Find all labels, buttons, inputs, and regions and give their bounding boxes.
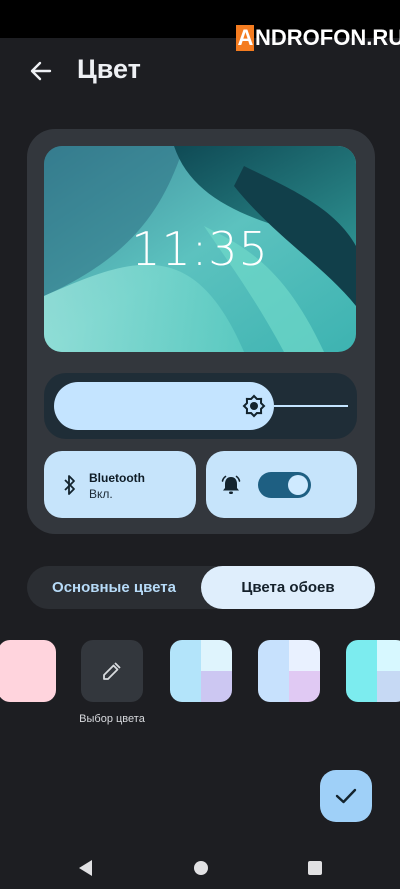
watermark-letter: A — [236, 25, 254, 51]
arrow-left-icon — [30, 61, 52, 81]
confirm-button[interactable] — [320, 770, 372, 822]
color-picker-label: Выбор цвета — [79, 713, 145, 725]
check-icon — [335, 788, 357, 804]
alarm-bell-icon — [221, 475, 241, 494]
toggle-knob — [288, 475, 308, 495]
nav-recents-icon[interactable] — [308, 861, 322, 875]
bluetooth-status: Вкл. — [89, 487, 113, 501]
watermark-text: NDROFON.RU — [255, 25, 400, 50]
back-button[interactable] — [26, 56, 56, 86]
brightness-slider-fill[interactable] — [54, 382, 274, 430]
tab-wallpaper-colors[interactable]: Цвета обоев — [201, 566, 375, 609]
nav-back-icon[interactable] — [78, 859, 94, 877]
bluetooth-title: Bluetooth — [89, 471, 145, 485]
swatch-wallpaper-1[interactable] — [170, 640, 232, 702]
clock: 11:35 — [131, 222, 269, 276]
brightness-icon — [242, 394, 266, 418]
nav-home-icon[interactable] — [194, 861, 208, 875]
swatch-wallpaper-3[interactable] — [346, 640, 400, 702]
tab-basic-colors[interactable]: Основные цвета — [27, 566, 201, 609]
watermark: A NDROFON.RU — [236, 24, 400, 52]
eyedropper-icon — [103, 662, 121, 680]
swatch-wallpaper-2[interactable] — [258, 640, 320, 702]
brightness-slider-track[interactable] — [274, 405, 348, 407]
page-title: Цвет — [77, 54, 141, 84]
color-settings-screen: A NDROFON.RU Цвет 11:35 Bluetooth Вкл. О… — [0, 0, 400, 889]
bluetooth-icon — [64, 475, 75, 495]
color-picker-button[interactable] — [81, 640, 143, 702]
swatch-pink[interactable] — [0, 640, 56, 702]
